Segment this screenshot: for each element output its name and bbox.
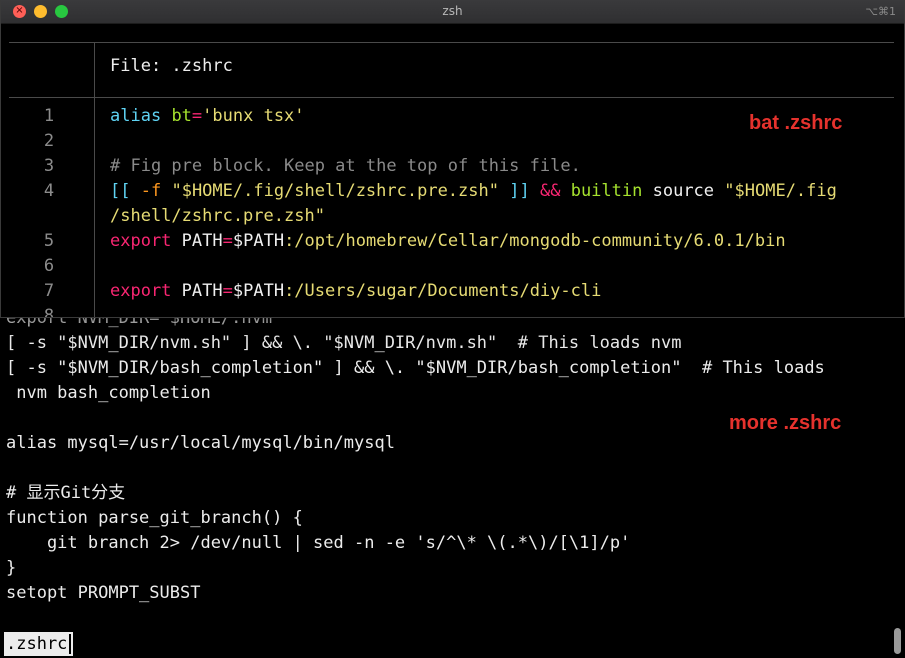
line-number: 2	[43, 131, 55, 151]
code-token: export	[110, 231, 172, 251]
code-token: 'bunx tsx'	[202, 106, 305, 126]
code-token: $PATH	[232, 231, 285, 251]
code-token: &&	[539, 181, 561, 201]
code-token: =	[222, 281, 233, 301]
divider	[9, 42, 894, 43]
code-token: -f	[140, 181, 162, 201]
title-bar[interactable]: × zsh ⌥⌘1	[1, 0, 904, 24]
status-filename: .zshrc	[6, 634, 68, 654]
vertical-scrollbar[interactable]	[894, 628, 901, 654]
code-token: =	[222, 231, 233, 251]
more-line: }	[6, 558, 17, 578]
line-number: 8	[43, 306, 55, 318]
code-line-wrap: /shell/zshrc.pre.zsh"	[110, 206, 325, 226]
code-token: "$HOME/.fig/shell/zshrc.pre.zsh"	[171, 181, 499, 201]
code-token: PATH	[181, 281, 223, 301]
terminal-window: × zsh ⌥⌘1 File: .zshrc bat .zshrc 1 2 3 …	[0, 0, 905, 318]
bat-annotation: bat .zshrc	[749, 112, 843, 134]
code-token: $PATH	[232, 281, 285, 301]
code-token: "$HOME/.fig	[724, 181, 837, 201]
line-number: 4	[43, 181, 55, 201]
window-title: zsh	[442, 4, 463, 18]
more-line: # 显示Git分支	[6, 483, 126, 503]
line-number: 5	[43, 231, 55, 251]
line-number: 1	[43, 106, 55, 126]
code-token: ]]	[509, 181, 530, 201]
code-line: # Fig pre block. Keep at the top of this…	[110, 156, 581, 176]
window-shortcut: ⌥⌘1	[865, 5, 896, 18]
more-line: alias mysql=/usr/local/mysql/bin/mysql	[6, 433, 395, 453]
code-token: :/opt/homebrew/Cellar/mongodb-community/…	[284, 231, 786, 251]
code-line: [[ -f "$HOME/.fig/shell/zshrc.pre.zsh" ]…	[110, 179, 837, 204]
gutter-divider	[94, 42, 95, 317]
more-line: setopt PROMPT_SUBST	[6, 583, 201, 603]
line-number: 7	[43, 281, 55, 301]
more-line: function parse_git_branch() {	[6, 508, 303, 528]
file-header: File: .zshrc	[110, 56, 233, 76]
more-line: nvm bash_completion	[6, 383, 211, 403]
more-line: [ -s "$NVM_DIR/bash_completion" ] && \. …	[6, 358, 825, 378]
divider	[9, 97, 894, 98]
line-number: 3	[43, 156, 55, 176]
code-token: source	[652, 181, 715, 201]
code-line: alias bt='bunx tsx'	[110, 104, 305, 129]
code-line: export PATH=$PATH:/Users/sugar/Documents…	[110, 279, 601, 304]
more-annotation: more .zshrc	[729, 412, 842, 434]
code-token: export	[110, 281, 172, 301]
code-token: =	[191, 106, 203, 126]
bat-output: File: .zshrc bat .zshrc 1 2 3 4 5 6 7 8 …	[9, 42, 894, 318]
code-token: [[	[110, 181, 131, 201]
code-token: PATH	[181, 231, 223, 251]
code-token: :/Users/sugar/Documents/diy-cli	[284, 281, 602, 301]
line-number: 6	[43, 256, 55, 276]
more-status-prompt[interactable]: .zshrc	[4, 632, 74, 656]
more-line: [ -s "$NVM_DIR/nvm.sh" ] && \. "$NVM_DIR…	[6, 333, 682, 353]
code-line: export PATH=$PATH:/opt/homebrew/Cellar/m…	[110, 229, 786, 254]
code-token: bt	[171, 106, 192, 126]
code-token: builtin	[570, 181, 643, 201]
text-cursor	[69, 634, 72, 654]
code-token: alias	[110, 106, 162, 126]
more-line: git branch 2> /dev/null | sed -n -e 's/^…	[6, 533, 631, 553]
